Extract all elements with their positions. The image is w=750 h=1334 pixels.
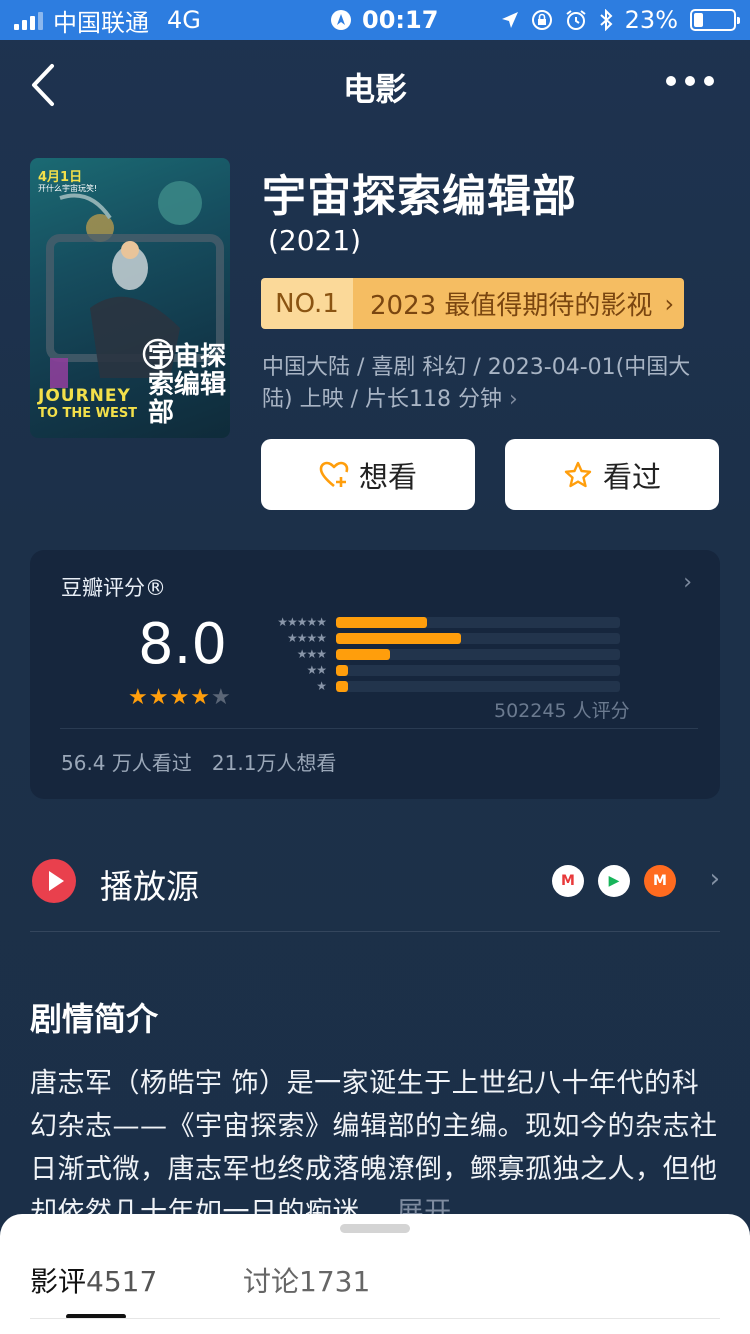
- chevron-right-icon: ›: [709, 864, 720, 894]
- histogram-track: [336, 648, 620, 660]
- reviews-label: 影评: [30, 1265, 87, 1298]
- time-label: 00:17: [362, 6, 439, 34]
- status-left: 中国联通 4G: [14, 0, 201, 40]
- movie-meta[interactable]: 中国大陆 / 喜剧 科幻 / 2023-04-01(中国大陆) 上映 / 片长1…: [262, 352, 702, 416]
- watched-button[interactable]: 看过: [505, 439, 719, 510]
- star-filled-icon: ★: [148, 685, 169, 710]
- platform-icon: M: [552, 865, 584, 897]
- want-count: 21.1万人想看: [211, 751, 337, 775]
- divider: [60, 728, 698, 729]
- play-icon: [32, 859, 76, 903]
- chevron-right-icon: ›: [683, 570, 692, 595]
- poster-tagline: 开什么宇宙玩笑!: [38, 184, 98, 193]
- tab-discussion[interactable]: 讨论1731: [243, 1260, 370, 1300]
- histogram-bar: [336, 616, 427, 628]
- meta-text: 中国大陆 / 喜剧 科幻 / 2023-04-01(中国大陆) 上映 / 片长1…: [262, 355, 691, 412]
- discussion-label: 讨论: [243, 1265, 300, 1298]
- battery-fill: [694, 13, 703, 27]
- carrier-label: 中国联通: [53, 8, 149, 37]
- more-icon[interactable]: [666, 76, 714, 86]
- rating-card[interactable]: 豆瓣评分® › 8.0 ★ ★ ★ ★ ★ ★★★★★ ★★★★ ★★★ ★★ ★ 502245…: [30, 550, 720, 799]
- histogram-star-label: ★★★★★: [277, 615, 327, 629]
- sheet-drag-handle[interactable]: [340, 1224, 410, 1233]
- histogram-row: ★: [256, 679, 620, 693]
- rating-footer: 56.4 万人看过 21.1万人想看: [61, 747, 336, 776]
- rank-description: 2023 最值得期待的影视 ›: [353, 278, 684, 329]
- chevron-right-icon: ›: [664, 289, 675, 318]
- battery-percent: 23%: [624, 6, 678, 34]
- histogram-star-label: ★★★★: [286, 631, 327, 645]
- movie-poster[interactable]: 4月1日 开什么宇宙玩笑! JOURNEY TO THE WEST 宇宙探索编辑…: [30, 158, 230, 438]
- synopsis-body: 唐志军（杨皓宇 饰）是一家诞生于上世纪八十年代的科幻杂志——《宇宙探索》编辑部的…: [30, 1062, 720, 1234]
- histogram-row: ★★★★★: [256, 615, 620, 629]
- play-source-label: 播放源: [100, 867, 199, 906]
- want-label: 想看: [358, 459, 417, 494]
- rating-stars: ★ ★ ★ ★ ★: [128, 687, 231, 709]
- seen-label: 看过: [602, 459, 661, 494]
- histogram-star-label: ★★★: [296, 647, 327, 661]
- rank-number: NO.1: [261, 278, 353, 329]
- network-label: 4G: [167, 6, 201, 34]
- chevron-right-icon: ›: [508, 387, 518, 412]
- rating-count: 502245 人评分: [494, 700, 630, 722]
- location-arrow-icon: [501, 12, 518, 28]
- bluetooth-icon: [599, 9, 613, 31]
- star-filled-icon: ★: [169, 685, 190, 710]
- want-to-watch-button[interactable]: 想看: [261, 439, 475, 510]
- reviews-count: 4517: [86, 1265, 158, 1298]
- rating-score: 8.0: [138, 612, 228, 677]
- discussion-count: 1731: [299, 1265, 371, 1298]
- histogram-track: [336, 680, 620, 692]
- rank-text: 2023 最值得期待的影视: [370, 291, 653, 321]
- histogram-track: [336, 616, 620, 628]
- alarm-icon: [566, 10, 586, 30]
- page-title: 电影: [342, 70, 407, 108]
- divider: [30, 1318, 720, 1319]
- battery-icon: [690, 9, 740, 31]
- rotation-lock-icon: [531, 10, 552, 30]
- star-filled-icon: ★: [128, 685, 148, 710]
- status-time: 00:17: [330, 0, 438, 40]
- histogram-bar: [336, 680, 348, 692]
- star-outline-icon: [564, 461, 592, 487]
- heart-plus-icon: [319, 461, 349, 487]
- histogram-bar: [336, 664, 348, 676]
- movie-title: 宇宙探索编辑部: [262, 171, 577, 222]
- histogram-bar: [336, 648, 390, 660]
- poster-en-title-1: JOURNEY: [38, 386, 131, 406]
- star-empty-icon: ★: [210, 685, 231, 710]
- movie-year: (2021): [268, 224, 362, 257]
- histogram-row: ★★: [256, 663, 620, 677]
- location-alert-icon: [331, 10, 351, 30]
- ranking-badge[interactable]: NO.1 2023 最值得期待的影视 ›: [261, 278, 684, 329]
- platform-list: M ▶ M: [552, 865, 676, 897]
- status-bar: 中国联通 4G 00:17 23%: [0, 0, 750, 40]
- bottom-sheet[interactable]: 影评4517 讨论1731: [0, 1214, 750, 1334]
- histogram-row: ★★★★: [256, 631, 620, 645]
- histogram-star-label: ★★: [306, 663, 326, 677]
- seen-count: 56.4 万人看过: [61, 751, 192, 775]
- rating-label: 豆瓣评分®: [61, 576, 166, 600]
- platform-icon: ▶: [598, 865, 630, 897]
- histogram-track: [336, 632, 620, 644]
- play-source-row[interactable]: 播放源 M ▶ M ›: [30, 832, 720, 932]
- histogram-star-label: ★: [316, 679, 327, 693]
- nav-bar: 电影: [0, 40, 750, 130]
- signal-icon: [14, 10, 43, 30]
- poster-cn-title: 宇宙探索编辑部: [148, 342, 227, 428]
- status-right: 23%: [501, 0, 740, 40]
- star-filled-icon: ★: [190, 685, 210, 710]
- histogram-row: ★★★: [256, 647, 620, 661]
- poster-en-title-2: TO THE WEST: [38, 406, 138, 421]
- platform-icon: M: [644, 865, 676, 897]
- histogram-bar: [336, 632, 461, 644]
- synopsis-title: 剧情简介: [30, 1000, 159, 1038]
- histogram-track: [336, 664, 620, 676]
- tab-reviews[interactable]: 影评4517: [30, 1260, 157, 1300]
